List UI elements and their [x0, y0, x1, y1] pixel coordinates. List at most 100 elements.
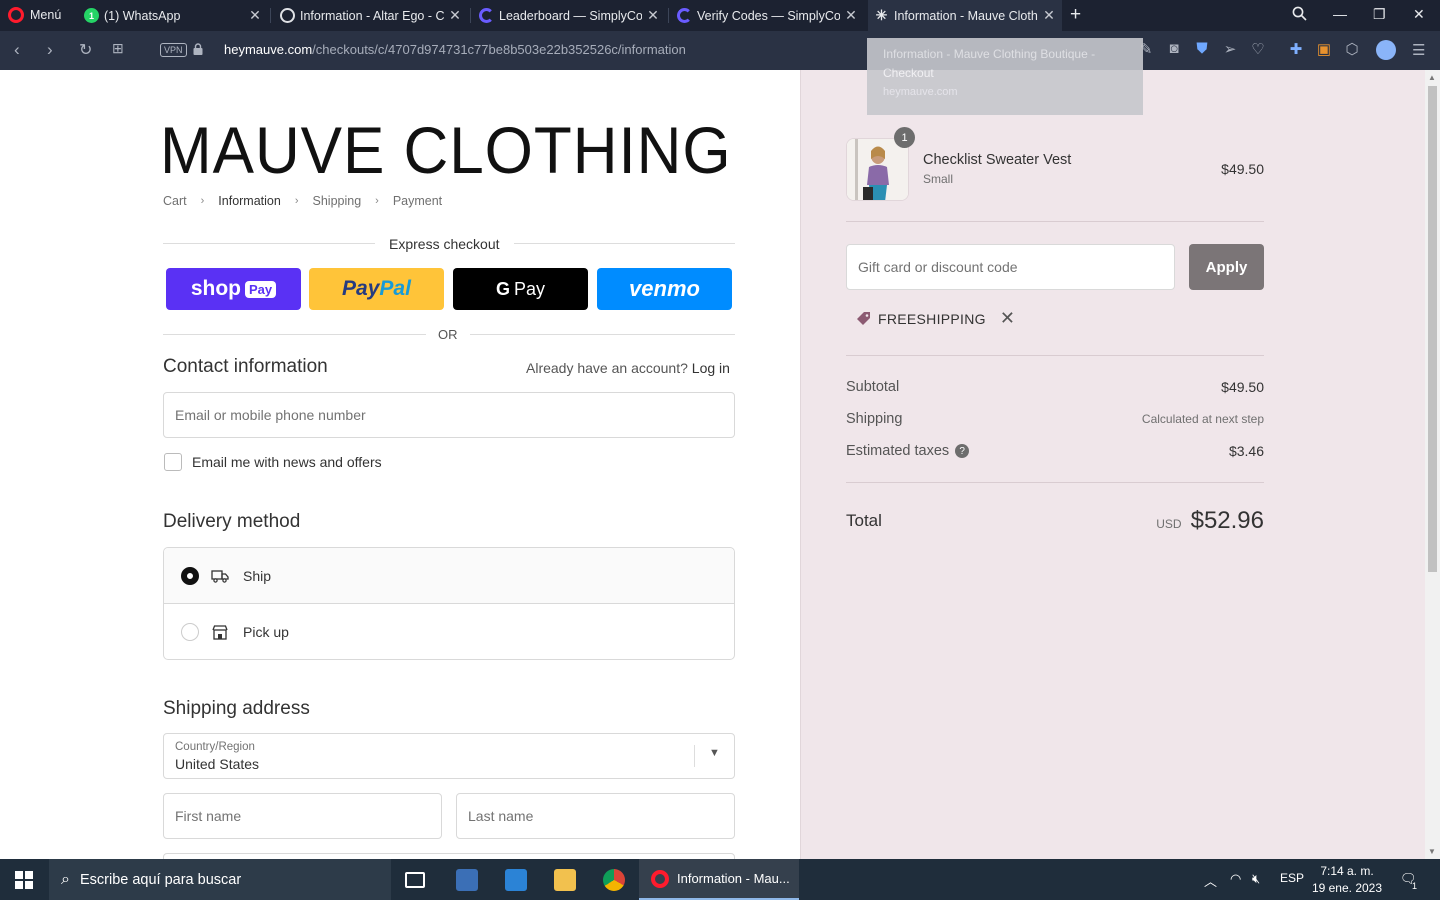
tray-chevron-up-icon[interactable]: ︿ — [1204, 871, 1217, 890]
product-thumbnail — [846, 138, 909, 201]
tab-close-icon[interactable]: ✕ — [448, 7, 462, 24]
login-link[interactable]: Log in — [692, 360, 730, 376]
first-name-field[interactable]: First name — [163, 793, 442, 839]
tab-close-icon[interactable]: ✕ — [1042, 7, 1056, 24]
heart-icon[interactable]: ♡ — [1250, 40, 1266, 58]
easy-setup-icon[interactable]: ☰ — [1412, 41, 1425, 59]
tab-mauve-checkout[interactable]: ✳ Information - Mauve Clothi ✕ — [868, 0, 1062, 31]
taskbar-search[interactable]: ⌕ Escribe aquí para buscar — [49, 859, 391, 900]
delivery-option-pickup[interactable]: Pick up — [164, 604, 734, 660]
tooltip-title: Information - Mauve Clothing Boutique - … — [883, 47, 1096, 80]
opera-menu-button[interactable]: Menú — [8, 7, 61, 23]
speaker-muted-icon[interactable]: 🔇︎ — [1252, 871, 1260, 887]
total-amount-wrap: USD $52.96 — [1156, 507, 1264, 535]
file-explorer-icon[interactable] — [554, 869, 576, 891]
shipping-value: Calculated at next step — [1141, 412, 1264, 426]
windows-start-icon[interactable] — [15, 871, 33, 889]
back-icon[interactable]: ‹ — [14, 40, 20, 60]
tab-whatsapp[interactable]: 1 (1) WhatsApp ✕ — [78, 0, 268, 31]
reload-icon[interactable]: ↻ — [79, 40, 92, 60]
store-app-icon[interactable] — [505, 869, 527, 891]
have-account-text: Already have an account? Log in — [526, 360, 730, 376]
newsletter-checkbox[interactable] — [164, 453, 182, 471]
ship-label: Ship — [243, 567, 272, 584]
store-logo[interactable]: MAUVE CLOTHING — [160, 117, 732, 183]
tab-title: Information - Altar Ego - Ch — [300, 8, 444, 23]
shield-icon[interactable]: ⛊ — [1194, 40, 1210, 58]
shipping-address-title: Shipping address — [163, 698, 310, 719]
tab-altar-ego[interactable]: Information - Altar Ego - Ch ✕ — [274, 0, 468, 31]
tab-divider — [470, 8, 471, 23]
tab-verify-codes[interactable]: Verify Codes — SimplyCod ✕ — [671, 0, 864, 31]
last-name-field[interactable]: Last name — [456, 793, 735, 839]
tab-divider — [668, 8, 669, 23]
camera-icon[interactable]: ◙ — [1166, 40, 1182, 58]
lock-icon[interactable] — [193, 42, 203, 55]
delivery-title: Delivery method — [163, 511, 301, 532]
tab-close-icon[interactable]: ✕ — [844, 7, 858, 24]
venmo-button[interactable]: venmo — [597, 268, 732, 310]
send-icon[interactable]: ➢ — [1222, 40, 1238, 58]
pickup-radio[interactable] — [181, 623, 199, 641]
calculator-icon[interactable] — [456, 869, 478, 891]
delivery-option-ship[interactable]: Ship — [164, 548, 734, 604]
scroll-up-icon[interactable]: ▲ — [1428, 73, 1436, 82]
product-variant: Small — [923, 172, 954, 186]
language-indicator[interactable]: ESP — [1280, 871, 1304, 885]
tab-grid-icon[interactable]: ⊞ — [112, 40, 124, 57]
simplycodes-icon — [677, 8, 692, 23]
url-field[interactable]: heymauve.com/checkouts/c/4707d974731c77b… — [224, 42, 686, 57]
wifi-icon[interactable]: ◠ — [1230, 871, 1241, 887]
taskbar-clock[interactable]: 7:14 a. m. 19 ene. 2023 — [1308, 863, 1386, 897]
scroll-down-icon[interactable]: ▼ — [1428, 847, 1436, 856]
discount-code-field[interactable]: Gift card or discount code — [846, 244, 1175, 290]
product-name: Checklist Sweater Vest — [923, 152, 1072, 168]
whatsapp-icon: 1 — [84, 8, 99, 23]
cube-icon[interactable]: ⬡ — [1344, 40, 1360, 58]
breadcrumb: Cart › Information › Shipping › Payment — [163, 194, 442, 208]
help-icon[interactable]: ? — [955, 444, 970, 459]
tab-close-icon[interactable]: ✕ — [646, 7, 660, 24]
breadcrumb-cart[interactable]: Cart — [163, 194, 187, 208]
tab-close-icon[interactable]: ✕ — [248, 7, 262, 24]
close-window-icon[interactable]: ✕ — [1413, 6, 1425, 23]
breadcrumb-shipping: Shipping — [312, 194, 362, 208]
ship-radio[interactable] — [181, 566, 199, 585]
breadcrumb-payment: Payment — [392, 194, 443, 208]
page-scrollbar[interactable]: ▲ ▼ — [1425, 70, 1440, 859]
email-field[interactable]: Email or mobile phone number — [163, 392, 735, 438]
new-tab-button[interactable]: + — [1070, 4, 1081, 26]
search-tabs-icon[interactable] — [1292, 6, 1307, 24]
truck-icon — [211, 569, 229, 583]
country-select[interactable]: Country/Region United States ▼ — [163, 733, 735, 779]
extension-blue-icon[interactable]: ✚ — [1288, 40, 1304, 58]
apply-button[interactable]: Apply — [1189, 244, 1264, 290]
taxes-label: Estimated taxes — [846, 443, 950, 459]
scrollbar-thumb[interactable] — [1428, 86, 1437, 572]
chrome-icon[interactable] — [603, 869, 625, 891]
opera-taskbar-button[interactable]: Information - Mau... — [639, 859, 799, 900]
google-pay-button[interactable]: G Pay — [453, 268, 588, 310]
paypal-button[interactable]: Pay Pal — [309, 268, 444, 310]
remove-discount-icon[interactable]: ✕ — [1000, 308, 1015, 329]
express-checkout-label: Express checkout — [375, 236, 514, 252]
clock-time: 7:14 a. m. — [1320, 864, 1374, 878]
pickup-label: Pick up — [243, 624, 289, 640]
forward-icon[interactable]: › — [47, 40, 53, 60]
taskbar-search-placeholder: Escribe aquí para buscar — [79, 871, 242, 888]
newsletter-option[interactable]: Email me with news and offers — [164, 453, 382, 471]
profile-avatar[interactable] — [1376, 40, 1396, 60]
minimize-icon[interactable]: — — [1333, 6, 1347, 22]
extension-orange-icon[interactable]: ▣ — [1316, 40, 1332, 58]
discount-chip: FREESHIPPING ✕ — [856, 308, 1015, 329]
opera-task-label: Information - Mau... — [677, 871, 790, 886]
divider — [846, 355, 1264, 356]
windows-taskbar: ⌕ Escribe aquí para buscar Information -… — [0, 859, 1440, 900]
tooltip-url: heymauve.com — [883, 86, 958, 98]
restore-icon[interactable]: ❐ — [1373, 6, 1386, 23]
vpn-badge[interactable]: VPN — [160, 43, 187, 57]
shop-pay-button[interactable]: shop Pay — [166, 268, 301, 310]
chevron-right-icon: › — [200, 195, 205, 207]
tab-leaderboard[interactable]: Leaderboard — SimplyCod ✕ — [473, 0, 666, 31]
task-view-icon[interactable] — [405, 872, 425, 888]
